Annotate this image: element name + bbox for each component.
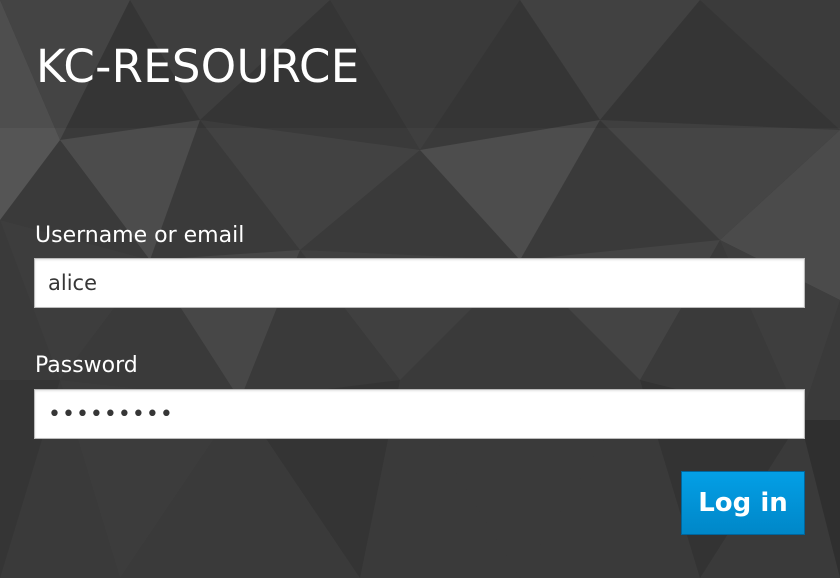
username-label: Username or email [35,223,245,248]
login-page: KC-RESOURCE Username or email Password L… [0,0,840,578]
login-button[interactable]: Log in [681,471,805,535]
password-input[interactable] [34,389,805,439]
username-input[interactable] [34,258,805,308]
login-form: Username or email Password Log in [0,0,840,578]
password-label: Password [35,353,138,378]
